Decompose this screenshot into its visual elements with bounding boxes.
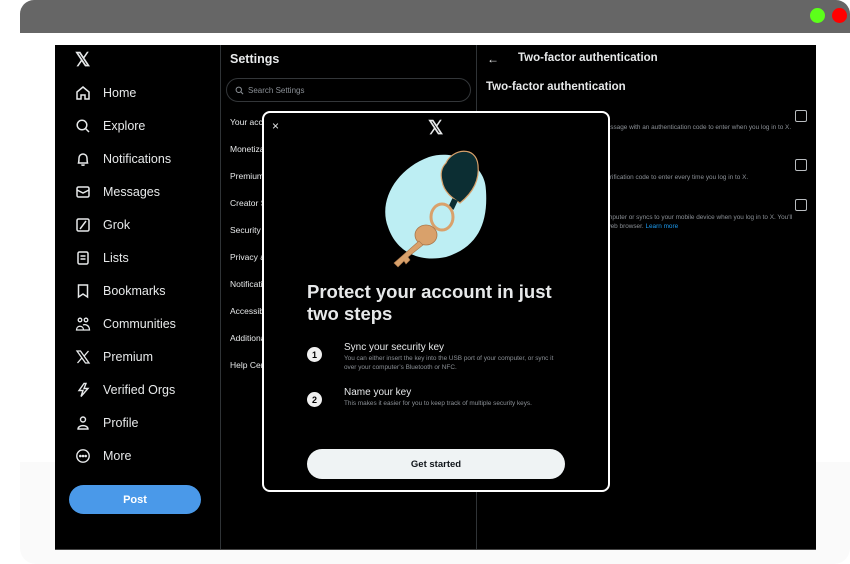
primary-nav: 𝕏 Home Explore Notifications Messages Gr… [55,45,221,549]
nav-item-label: Communities [103,317,176,331]
keychain-illustration [385,150,487,268]
nav-item-messages[interactable]: Messages [75,181,160,203]
bookmark-icon [75,283,91,299]
x-logo-icon[interactable]: 𝕏 [75,51,95,71]
security-key-checkbox[interactable] [795,199,807,211]
modal-headline: Protect your account in just two steps [307,281,552,324]
auth-app-checkbox[interactable] [795,159,807,171]
learn-more-link[interactable]: Learn more [645,223,678,230]
nav-item-lists[interactable]: Lists [75,247,129,269]
nav-item-bookmarks[interactable]: Bookmarks [75,280,166,302]
communities-icon [75,316,91,332]
nav-item-label: Messages [103,185,160,199]
nav-item-label: Notifications [103,152,172,166]
window-close-button[interactable] [832,8,847,23]
nav-item-profile[interactable]: Profile [75,412,138,434]
person-icon [75,415,91,431]
post-button[interactable]: Post [69,485,201,514]
grok-icon [75,217,91,233]
nav-item-grok[interactable]: Grok [75,214,130,236]
step-title: Name your key [344,387,412,398]
close-icon[interactable]: × [272,119,279,133]
bell-icon [75,151,91,167]
settings-search-input[interactable] [248,85,448,95]
x-logo-icon [75,349,91,365]
security-key-modal: × 𝕏 Protect your account in just two ste… [262,111,610,492]
nav-item-label: Profile [103,416,139,430]
nav-item-verified-orgs[interactable]: Verified Orgs [75,379,175,401]
envelope-icon [75,184,91,200]
nav-item-label: Verified Orgs [103,383,176,397]
nav-item-notifications[interactable]: Notifications [75,148,171,170]
nav-item-label: Explore [103,119,146,133]
nav-item-explore[interactable]: Explore [75,115,145,137]
nav-item-label: More [103,449,132,463]
get-started-button[interactable]: Get started [307,449,565,479]
back-arrow-icon[interactable]: ← [487,52,499,66]
step-number-badge: 1 [307,347,322,362]
nav-item-label: Premium [103,350,154,364]
list-icon [75,250,91,266]
x-logo-icon: 𝕏 [428,118,444,139]
step-number-badge: 2 [307,392,322,407]
nav-item-communities[interactable]: Communities [75,313,176,335]
window-maximize-button[interactable] [810,8,825,23]
search-icon [75,118,91,134]
home-icon [75,85,91,101]
step-description: You can either insert the key into the U… [344,355,554,371]
step-description: This makes it easier for you to keep tra… [344,400,532,407]
nav-item-label: Lists [103,251,129,265]
nav-item-premium[interactable]: Premium [75,346,153,368]
tfa-section-title: Two-factor authentication [486,81,626,93]
nav-item-label: Grok [103,218,131,232]
step-title: Sync your security key [344,342,445,353]
nav-item-home[interactable]: Home [75,82,136,104]
text-message-checkbox[interactable] [795,110,807,122]
browser-title-bar [20,0,850,33]
search-icon [235,86,244,95]
more-circle-icon [75,448,91,464]
nav-item-label: Bookmarks [103,284,166,298]
nav-item-more[interactable]: More [75,445,131,467]
settings-search[interactable] [226,78,471,102]
lightning-icon [75,382,91,398]
settings-title: Settings [230,52,280,66]
nav-item-label: Home [103,86,137,100]
tfa-header-title: Two-factor authentication [518,52,658,64]
